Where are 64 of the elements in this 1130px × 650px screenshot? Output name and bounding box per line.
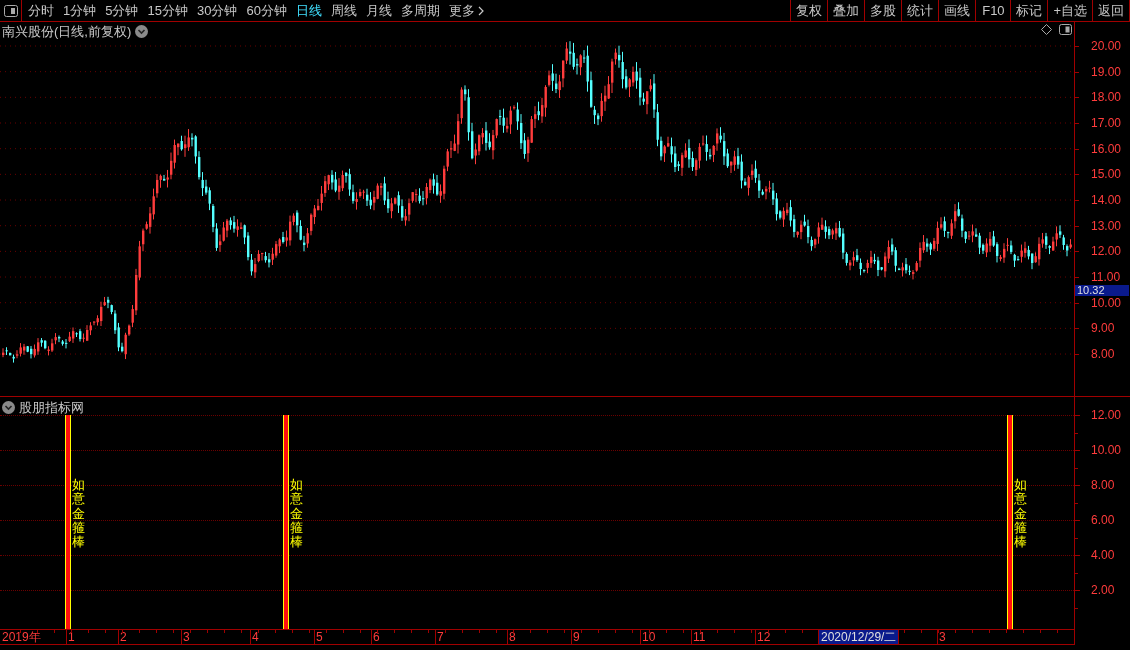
signal-label: 如意金箍棒 bbox=[72, 478, 85, 550]
period-tab[interactable]: 分时 bbox=[28, 0, 54, 21]
time-axis-label: 5 bbox=[316, 630, 323, 644]
more-button[interactable]: 更多 bbox=[448, 0, 484, 21]
time-axis-label: 10 bbox=[642, 630, 656, 644]
diamond-icon[interactable] bbox=[1041, 24, 1052, 35]
price-label: 20.00 bbox=[1091, 40, 1122, 52]
price-label: 17.00 bbox=[1091, 117, 1122, 129]
price-label: 13.00 bbox=[1091, 219, 1122, 232]
time-axis-label: 3 bbox=[939, 630, 946, 644]
time-axis-label: 9 bbox=[573, 630, 580, 644]
indicator-title: 股朋指标网 bbox=[19, 399, 84, 417]
current-price-label: 10.32 bbox=[1075, 284, 1129, 296]
indicator-axis-label: 4.00 bbox=[1091, 549, 1115, 561]
chart-title: 南兴股份(日线,前复权) bbox=[2, 23, 132, 41]
chevron-down-icon[interactable] bbox=[135, 25, 149, 39]
toolbar-button[interactable]: 叠加 bbox=[828, 0, 866, 21]
period-tab[interactable]: 多周期 bbox=[400, 0, 440, 21]
time-axis-label: 3 bbox=[183, 630, 190, 644]
cursor-date-label: 2020/12/29/二 bbox=[818, 630, 900, 644]
panel-toggle-icon[interactable] bbox=[1059, 24, 1072, 35]
toolbar-button[interactable]: +自选 bbox=[1048, 0, 1093, 21]
toolbar-button[interactable]: F10 bbox=[976, 0, 1012, 21]
price-label: 9.00 bbox=[1091, 322, 1115, 335]
time-axis-label: 6 bbox=[373, 630, 380, 644]
period-tab[interactable]: 30分钟 bbox=[196, 0, 238, 21]
panel-toggle-icon[interactable] bbox=[3, 4, 18, 17]
indicator-axis-label: 8.00 bbox=[1091, 479, 1115, 491]
price-label: 8.00 bbox=[1091, 348, 1115, 361]
price-label: 16.00 bbox=[1091, 142, 1122, 155]
time-axis-label: 4 bbox=[252, 630, 259, 644]
period-tab[interactable]: 月线 bbox=[365, 0, 392, 21]
price-label: 10.00 bbox=[1091, 296, 1122, 309]
period-tab[interactable]: 周线 bbox=[330, 0, 357, 21]
price-label: 18.00 bbox=[1091, 91, 1122, 104]
price-label: 14.00 bbox=[1091, 194, 1122, 206]
price-label: 12.00 bbox=[1091, 245, 1122, 258]
toolbar-button[interactable]: 多股 bbox=[865, 0, 903, 21]
period-tab[interactable]: 15分钟 bbox=[147, 0, 188, 21]
toolbar-button[interactable]: 复权 bbox=[791, 0, 829, 21]
toolbar-button[interactable]: 标记 bbox=[1011, 0, 1049, 21]
period-tab[interactable]: 60分钟 bbox=[246, 0, 287, 21]
price-label: 11.00 bbox=[1091, 271, 1121, 283]
period-tab[interactable]: 5分钟 bbox=[105, 0, 139, 21]
indicator-axis-label: 12.00 bbox=[1091, 409, 1122, 421]
chevron-right-icon bbox=[477, 5, 484, 16]
time-axis-label: 11 bbox=[693, 630, 706, 644]
time-axis-label: 2019年 bbox=[2, 630, 41, 644]
signal-label: 如意金箍棒 bbox=[290, 478, 303, 550]
indicator-axis-label: 10.00 bbox=[1091, 444, 1122, 456]
price-label: 15.00 bbox=[1091, 168, 1122, 181]
toolbar-button[interactable]: 返回 bbox=[1093, 0, 1130, 21]
indicator-axis-label: 6.00 bbox=[1091, 514, 1115, 526]
period-tab[interactable]: 1分钟 bbox=[63, 0, 97, 21]
time-axis-label: 7 bbox=[437, 630, 444, 644]
chevron-down-icon[interactable] bbox=[2, 401, 15, 415]
indicator-axis-label: 2.00 bbox=[1091, 584, 1115, 596]
time-axis-label: 12 bbox=[757, 630, 771, 644]
time-axis-label: 8 bbox=[509, 630, 516, 644]
price-label: 19.00 bbox=[1091, 65, 1122, 78]
toolbar-button[interactable]: 画线 bbox=[939, 0, 977, 21]
signal-label: 如意金箍棒 bbox=[1014, 478, 1027, 550]
toolbar-button[interactable]: 统计 bbox=[902, 0, 940, 21]
period-tab[interactable]: 日线 bbox=[295, 0, 322, 21]
